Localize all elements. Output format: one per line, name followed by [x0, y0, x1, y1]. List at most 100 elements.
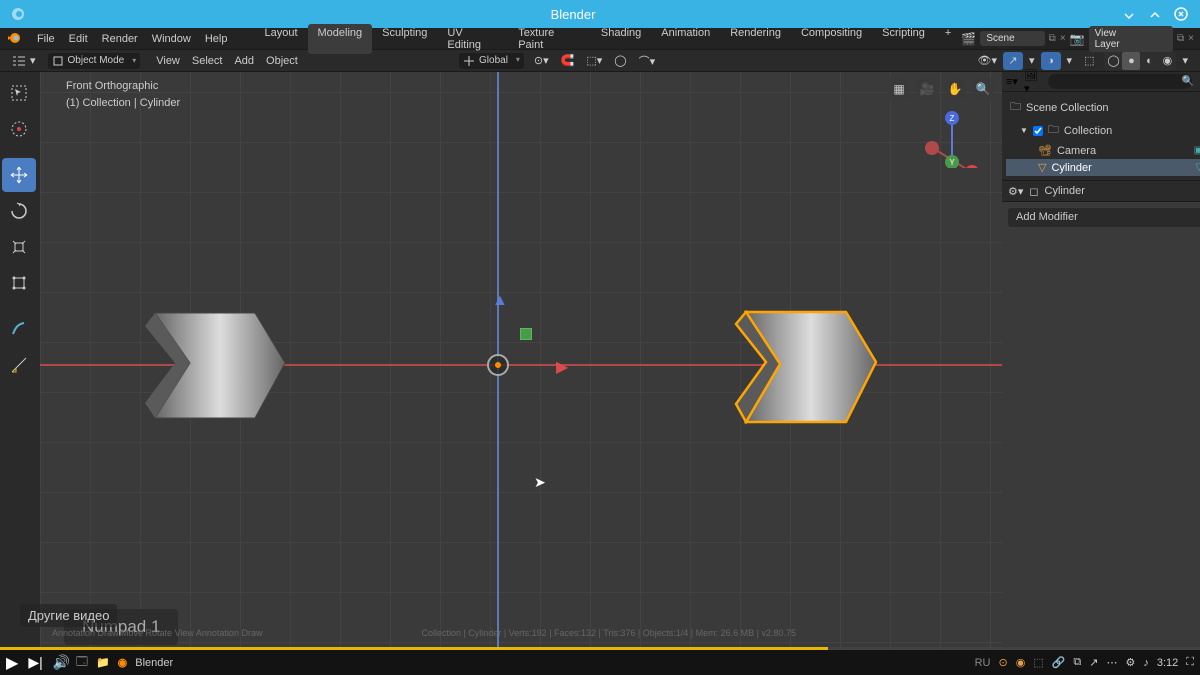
- nav-hand-icon[interactable]: ✋: [944, 78, 966, 100]
- tool-move[interactable]: [2, 158, 36, 192]
- next-button[interactable]: ▶|: [28, 654, 42, 671]
- other-videos-button[interactable]: Другие видео: [20, 604, 117, 627]
- taskbar-app-icon[interactable]: 🗔: [76, 653, 88, 672]
- tray-icon-3[interactable]: ⬚: [1033, 656, 1043, 669]
- gizmo-z-arrow-icon[interactable]: ▲: [492, 292, 508, 310]
- tray-more-icon[interactable]: ⋯: [1107, 656, 1118, 669]
- overlay-toggle-icon[interactable]: ◑: [1041, 52, 1061, 70]
- nav-camera-icon[interactable]: 🎥: [916, 78, 938, 100]
- orientation-selector[interactable]: Global: [459, 53, 524, 69]
- menu-render[interactable]: Render: [95, 33, 145, 45]
- delete-scene-icon[interactable]: ×: [1060, 33, 1066, 44]
- nav-zoom-icon[interactable]: 🔍: [972, 78, 994, 100]
- taskbar-folder-icon[interactable]: 📁: [96, 656, 110, 669]
- snap-icon[interactable]: 🧲: [555, 52, 581, 69]
- menu-object[interactable]: Object: [260, 53, 304, 69]
- tray-icon-1[interactable]: ⊙: [998, 656, 1007, 669]
- axis-gizmo[interactable]: Z X Y: [922, 108, 982, 168]
- tab-add[interactable]: +: [935, 24, 961, 54]
- tool-annotate[interactable]: [2, 312, 36, 346]
- tray-link-icon[interactable]: 🔗: [1052, 656, 1066, 669]
- minimize-button[interactable]: [1118, 3, 1140, 25]
- tray-icon-2[interactable]: ◉: [1016, 656, 1026, 669]
- add-modifier-dropdown[interactable]: Add Modifier▾: [1008, 208, 1200, 227]
- gizmo-toggle-icon[interactable]: ↗: [1003, 52, 1023, 70]
- tab-uv-editing[interactable]: UV Editing: [437, 24, 508, 54]
- menu-select[interactable]: Select: [186, 53, 229, 69]
- menu-add[interactable]: Add: [228, 53, 260, 69]
- mesh-data-icon[interactable]: ▽: [1195, 162, 1200, 173]
- maximize-button[interactable]: [1144, 3, 1166, 25]
- visibility-icon[interactable]: 👁▾: [972, 52, 1004, 69]
- menu-help[interactable]: Help: [198, 33, 235, 45]
- menu-file[interactable]: File: [30, 33, 62, 45]
- 3d-viewport[interactable]: ▲ ▶ Front Orthographic (1) Collection | …: [40, 72, 1002, 675]
- tray-volume-icon[interactable]: ♪: [1143, 657, 1149, 669]
- collection-checkbox[interactable]: [1033, 126, 1043, 136]
- proportional-falloff-icon[interactable]: ⌒▾: [633, 51, 662, 71]
- shading-wireframe-icon[interactable]: ◯: [1104, 52, 1122, 70]
- blender-logo-icon[interactable]: [6, 30, 24, 48]
- outliner-collection[interactable]: ▼ 🗀 Collection ◉: [1006, 119, 1200, 142]
- tool-measure[interactable]: [2, 348, 36, 382]
- tab-texture-paint[interactable]: Texture Paint: [508, 24, 591, 54]
- outliner[interactable]: 🗀 Scene Collection ▼ 🗀 Collection ◉ 📽 Ca…: [1002, 92, 1200, 180]
- object-left[interactable]: [135, 308, 295, 428]
- tray-fullscreen-icon[interactable]: ⛶: [1186, 656, 1194, 669]
- tab-animation[interactable]: Animation: [651, 24, 720, 54]
- object-right-selected[interactable]: [718, 304, 888, 434]
- gizmo-dropdown-icon[interactable]: ▾: [1023, 52, 1041, 69]
- tab-sculpting[interactable]: Sculpting: [372, 24, 437, 54]
- delete-layer-icon[interactable]: ×: [1188, 33, 1194, 44]
- nav-grid-icon[interactable]: ▦: [888, 78, 910, 100]
- outliner-type-icon[interactable]: ≡▾: [1006, 75, 1018, 88]
- tab-scripting[interactable]: Scripting: [872, 24, 935, 54]
- xray-icon[interactable]: ⬚: [1078, 52, 1100, 69]
- taskbar-blender-icon[interactable]: ◉: [118, 656, 128, 669]
- tab-modeling[interactable]: Modeling: [308, 24, 373, 54]
- gizmo-plane-handle[interactable]: [520, 328, 532, 340]
- outliner-display-icon[interactable]: 🖼▾: [1024, 69, 1038, 95]
- outliner-scene-collection[interactable]: 🗀 Scene Collection: [1006, 96, 1200, 119]
- new-scene-icon[interactable]: ⧉: [1049, 33, 1056, 44]
- taskbar-app-label[interactable]: Blender: [135, 657, 173, 669]
- editor-type-icon[interactable]: ▾: [6, 52, 42, 70]
- shading-solid-icon[interactable]: ●: [1122, 52, 1140, 70]
- outliner-search[interactable]: [1048, 74, 1192, 89]
- snap-target-icon[interactable]: ⬚▾: [580, 52, 608, 69]
- close-button[interactable]: [1170, 3, 1192, 25]
- view-layer-selector[interactable]: View Layer: [1089, 26, 1173, 52]
- tool-scale[interactable]: [2, 230, 36, 264]
- proportional-icon[interactable]: ◯: [608, 52, 632, 69]
- menu-view[interactable]: View: [150, 53, 186, 69]
- tray-copy-icon[interactable]: ⧉: [1073, 656, 1081, 669]
- tab-compositing[interactable]: Compositing: [791, 24, 872, 54]
- properties-type-icon[interactable]: ⚙▾: [1008, 185, 1023, 198]
- browse-layer-icon[interactable]: 📷: [1070, 32, 1085, 46]
- outliner-item-camera[interactable]: 📽 Camera ▣ ◉: [1006, 142, 1200, 159]
- lang-indicator[interactable]: RU: [975, 657, 991, 669]
- 3d-cursor-icon[interactable]: [487, 354, 509, 376]
- outliner-item-cylinder[interactable]: ▽ Cylinder ▽ ◉: [1006, 159, 1200, 176]
- tab-layout[interactable]: Layout: [254, 24, 307, 54]
- tray-settings-icon[interactable]: ⚙: [1126, 656, 1136, 669]
- overlay-dropdown-icon[interactable]: ▾: [1061, 52, 1079, 69]
- tool-transform[interactable]: [2, 266, 36, 300]
- menu-edit[interactable]: Edit: [62, 33, 95, 45]
- tool-cursor[interactable]: [2, 112, 36, 146]
- camera-data-icon[interactable]: ▣: [1194, 145, 1200, 156]
- tool-rotate[interactable]: [2, 194, 36, 228]
- pivot-icon[interactable]: ⊙▾: [528, 52, 555, 69]
- browse-scene-icon[interactable]: 🎬: [961, 32, 976, 46]
- scene-selector[interactable]: Scene: [980, 31, 1044, 46]
- shading-rendered-icon[interactable]: ◉: [1158, 52, 1176, 70]
- tab-shading[interactable]: Shading: [591, 24, 651, 54]
- shading-dropdown-icon[interactable]: ▾: [1176, 52, 1194, 69]
- shading-matcap-icon[interactable]: ◐: [1140, 52, 1158, 70]
- tab-rendering[interactable]: Rendering: [720, 24, 791, 54]
- volume-button[interactable]: 🔊: [53, 654, 70, 671]
- tray-share-icon[interactable]: ↗: [1089, 656, 1098, 669]
- mode-selector[interactable]: Object Mode: [48, 53, 141, 69]
- disclosure-icon[interactable]: ▼: [1020, 126, 1028, 135]
- play-button[interactable]: ▶: [6, 653, 18, 673]
